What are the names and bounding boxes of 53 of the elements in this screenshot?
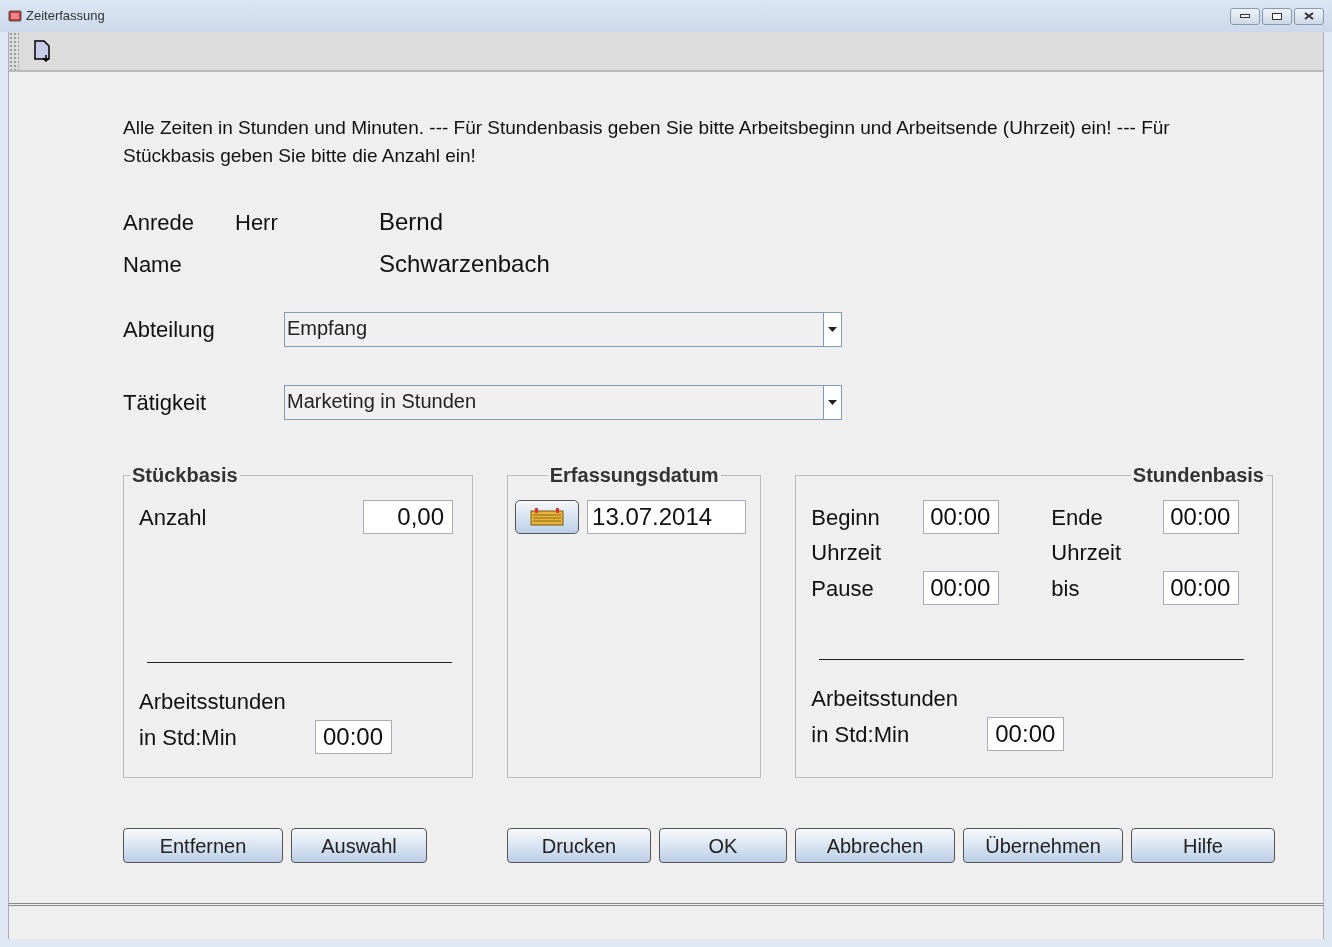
date-field[interactable]: 13.07.2014: [587, 500, 747, 534]
field-label: bis: [1051, 574, 1081, 603]
instructions-text: Alle Zeiten in Stunden und Minuten. --- Für Stundenbasis geben Sie bitte Arbeitsbeginn und Arbeitsende (Uhrzeit) ein! --- Für Stückbasis geben Sie bitte die Anzahl ein!: [123, 116, 1171, 168]
field-label: in Std:Min: [139, 723, 238, 752]
dialog-button[interactable]: Entfernen: [123, 828, 283, 863]
dropdown-value: Empfang: [286, 316, 369, 341]
close-button[interactable]: [1294, 7, 1324, 25]
field-label: Arbeitsstunden: [139, 688, 287, 716]
field-label: Anrede: [123, 208, 195, 237]
field-label: Schwarzenbach: [379, 249, 551, 279]
field-label: Arbeitsstunden: [811, 685, 960, 713]
field-label: Anzahl: [139, 503, 207, 532]
document-icon[interactable]: [33, 40, 53, 62]
dialog-button[interactable]: Abbrechen: [795, 828, 955, 863]
dialog-button[interactable]: Auswahl: [291, 828, 427, 863]
field-label: Ende: [1051, 503, 1104, 532]
app-icon: [8, 9, 22, 23]
hours-field[interactable]: 00:00: [315, 720, 392, 754]
close-icon: [1304, 12, 1314, 20]
hours-field[interactable]: 00:00: [987, 717, 1065, 751]
calendar-icon: [530, 508, 565, 526]
amount-field[interactable]: 0,00: [363, 500, 454, 534]
calendar-button[interactable]: [515, 500, 580, 534]
field-label: Name: [123, 250, 183, 279]
field-label: Uhrzeit: [1051, 539, 1122, 567]
field-label: Abteilung: [123, 316, 216, 344]
caret-icon: [828, 400, 837, 405]
dialog-button[interactable]: OK: [659, 828, 787, 863]
window-title: Zeiterfassung: [26, 7, 105, 26]
group-title: Stundenbasis: [1131, 463, 1265, 488]
field-label: Beginn: [811, 503, 881, 532]
field-label: Pause: [811, 574, 875, 603]
field-label: in Std:Min: [811, 720, 911, 749]
group-title: Stückbasis: [131, 463, 239, 488]
field-label: Uhrzeit: [811, 539, 882, 567]
dialog-button[interactable]: Drucken: [507, 828, 651, 863]
dropdown[interactable]: Marketing in Stunden: [284, 385, 842, 420]
end-field[interactable]: 00:00: [1163, 500, 1240, 534]
pause-field[interactable]: 00:00: [923, 571, 1000, 605]
dialog-button[interactable]: Übernehmen: [963, 828, 1123, 863]
field-label: Tätigkeit: [123, 389, 208, 417]
minimize-button[interactable]: [1230, 7, 1260, 25]
field-label: Bernd: [379, 207, 445, 237]
dropdown-value: Marketing in Stunden: [286, 389, 477, 414]
dialog-button[interactable]: Hilfe: [1131, 828, 1275, 863]
field-label: Herr: [235, 208, 279, 237]
caret-icon: [828, 327, 837, 332]
maximize-button[interactable]: [1262, 7, 1292, 25]
toolbar-grip: [9, 32, 19, 70]
group-title: Erfassungsdatum: [548, 463, 720, 488]
until-field[interactable]: 00:00: [1163, 571, 1240, 605]
begin-field[interactable]: 00:00: [923, 500, 1000, 534]
dropdown[interactable]: Empfang: [284, 312, 842, 347]
